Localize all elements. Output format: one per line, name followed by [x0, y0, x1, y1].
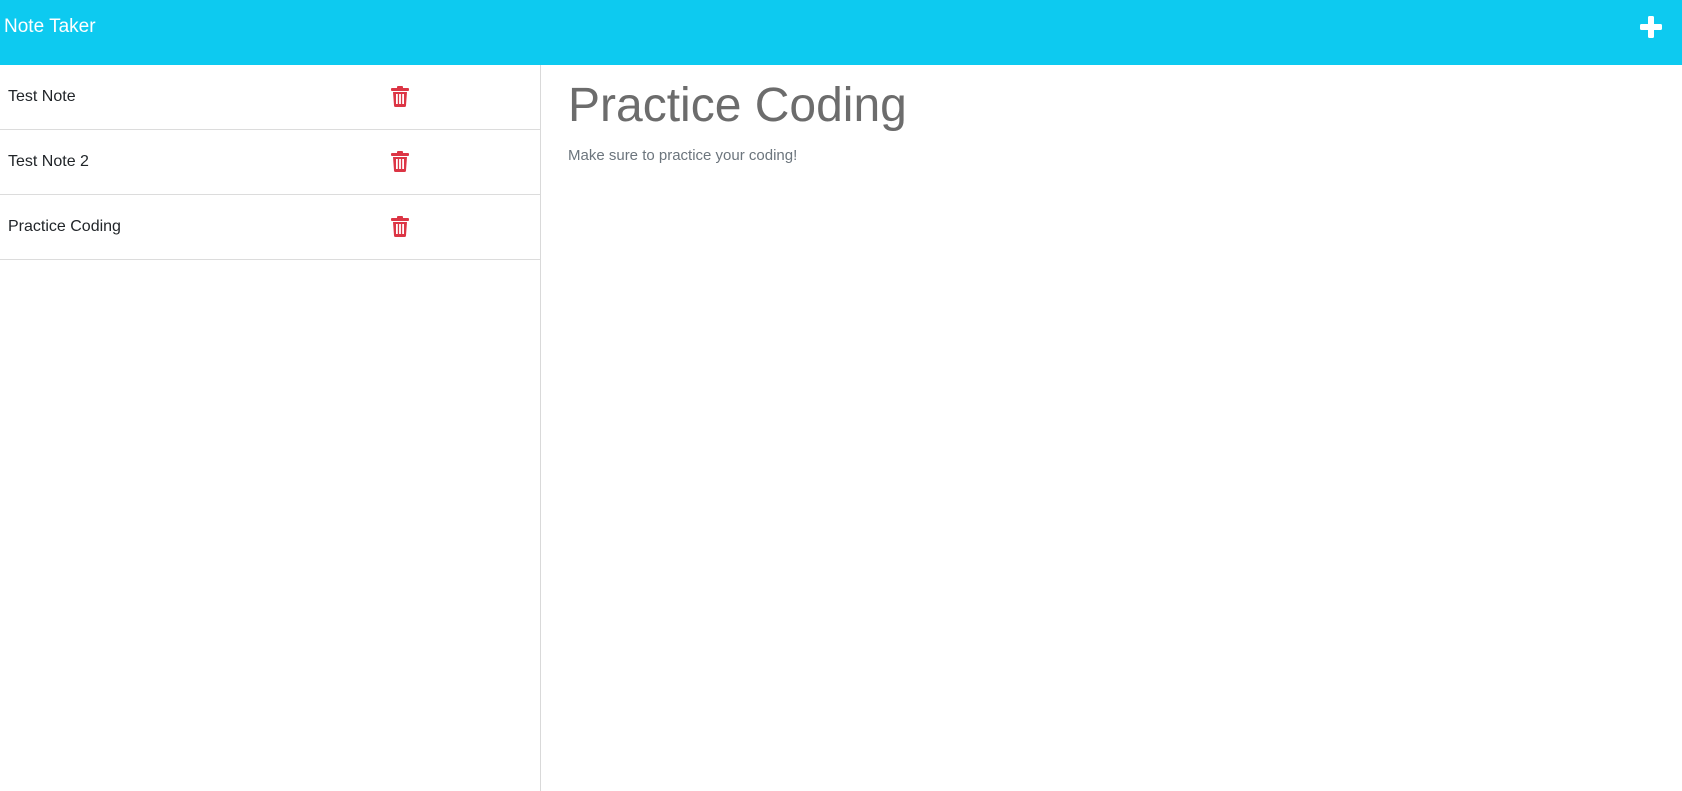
note-list: Test Note Test Note 2 Practice Coding: [0, 65, 540, 260]
note-editor: Practice Coding Make sure to practice yo…: [542, 65, 1682, 791]
note-text-area[interactable]: Make sure to practice your coding!: [568, 146, 1668, 166]
new-note-button[interactable]: [1638, 14, 1664, 40]
delete-note-button[interactable]: [391, 151, 409, 172]
navbar: Note Taker: [0, 0, 1682, 65]
trash-icon: [391, 216, 409, 237]
trash-icon: [391, 86, 409, 107]
delete-note-button[interactable]: [391, 216, 409, 237]
list-item-test-note-2[interactable]: Test Note 2: [0, 130, 540, 195]
note-list-title[interactable]: Practice Coding: [8, 217, 121, 237]
note-list-title[interactable]: Test Note 2: [8, 152, 89, 172]
brand-title[interactable]: Note Taker: [4, 14, 96, 40]
note-list-title[interactable]: Test Note: [8, 87, 76, 107]
plus-icon: [1638, 14, 1664, 40]
delete-note-button[interactable]: [391, 86, 409, 107]
list-item-practice-coding[interactable]: Practice Coding: [0, 195, 540, 260]
note-title-input[interactable]: Practice Coding: [568, 75, 1668, 137]
note-list-sidebar: Test Note Test Note 2 Practice Coding: [0, 65, 541, 791]
list-item-test-note[interactable]: Test Note: [0, 65, 540, 130]
trash-icon: [391, 151, 409, 172]
